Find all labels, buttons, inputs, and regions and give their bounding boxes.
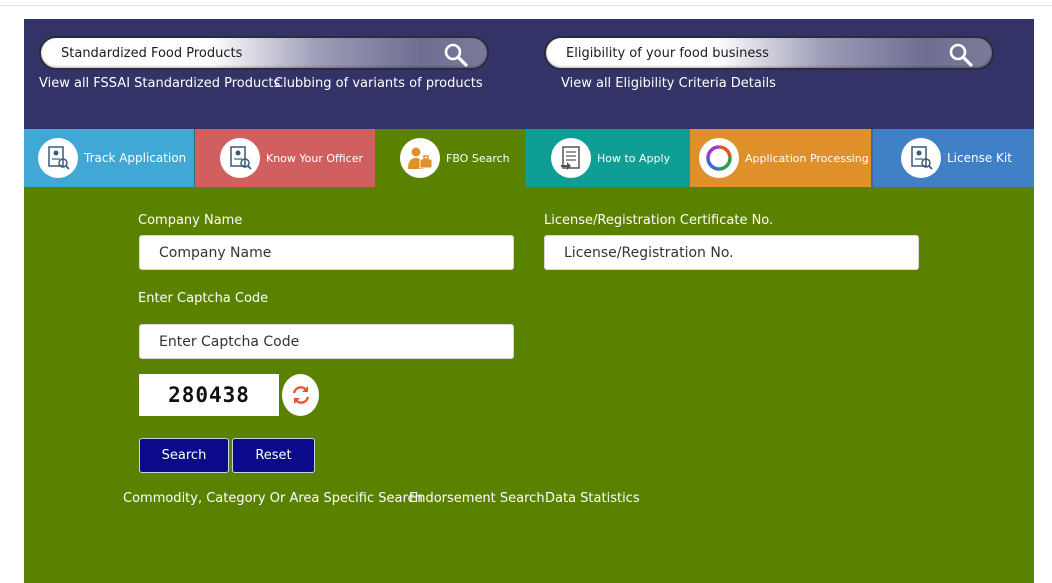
standardized-products-search-text: Standardized Food Products: [61, 46, 243, 61]
license-number-label: License/Registration Certificate No.: [544, 213, 774, 228]
eligibility-search-text: Eligibility of your food business: [566, 46, 769, 61]
tab-bar: Track Application Know Your Officer FBO …: [24, 129, 1034, 187]
company-name-input[interactable]: [139, 235, 514, 270]
application-processing-icon: [699, 138, 739, 178]
captcha-input[interactable]: [139, 324, 514, 359]
tab-know-your-officer[interactable]: Know Your Officer: [194, 129, 375, 187]
tab-label: How to Apply: [597, 151, 671, 165]
clubbing-variants-link[interactable]: Clubbing of variants of products: [274, 76, 483, 91]
reset-button[interactable]: Reset: [232, 438, 315, 473]
license-kit-icon: [901, 138, 941, 178]
data-statistics-link[interactable]: Data Statistics: [545, 491, 640, 506]
tab-label: Know Your Officer: [266, 151, 364, 165]
tab-label: Track Application: [84, 151, 187, 165]
how-to-apply-icon: [551, 138, 591, 178]
tab-license-kit[interactable]: License Kit: [871, 129, 1034, 187]
tab-label: License Kit: [947, 151, 1012, 165]
fbo-search-panel: Company Name License/Registration Certif…: [24, 187, 1034, 583]
tab-fbo-search[interactable]: FBO Search: [375, 129, 526, 187]
top-divider: [0, 5, 1052, 6]
tab-label: FBO Search: [446, 151, 510, 165]
tab-track-application[interactable]: Track Application: [24, 129, 194, 187]
tab-application-processing[interactable]: Application Processing: [690, 129, 871, 187]
standardized-products-search[interactable]: Standardized Food Products: [39, 36, 489, 70]
search-icon[interactable]: [443, 42, 469, 68]
license-number-input[interactable]: [544, 235, 919, 270]
search-icon[interactable]: [948, 42, 974, 68]
captcha-image: 280438: [139, 374, 279, 416]
eligibility-search[interactable]: Eligibility of your food business: [544, 36, 994, 70]
search-button[interactable]: Search: [139, 438, 229, 473]
refresh-icon: [292, 386, 309, 404]
refresh-captcha-button[interactable]: [282, 374, 319, 416]
track-application-icon: [38, 138, 78, 178]
fbo-search-icon: [400, 138, 440, 178]
officer-icon: [220, 138, 260, 178]
search-banner: Standardized Food Products Eligibility o…: [24, 19, 1034, 129]
view-standardized-products-link[interactable]: View all FSSAI Standardized Products: [39, 76, 280, 91]
view-eligibility-criteria-link[interactable]: View all Eligibility Criteria Details: [561, 76, 776, 91]
captcha-label: Enter Captcha Code: [138, 291, 269, 306]
endorsement-search-link[interactable]: Endorsement Search: [409, 491, 545, 506]
tab-how-to-apply[interactable]: How to Apply: [526, 129, 690, 187]
tab-label: Application Processing: [745, 151, 869, 165]
company-name-label: Company Name: [138, 213, 243, 228]
commodity-category-search-link[interactable]: Commodity, Category Or Area Specific Sea…: [123, 491, 423, 506]
